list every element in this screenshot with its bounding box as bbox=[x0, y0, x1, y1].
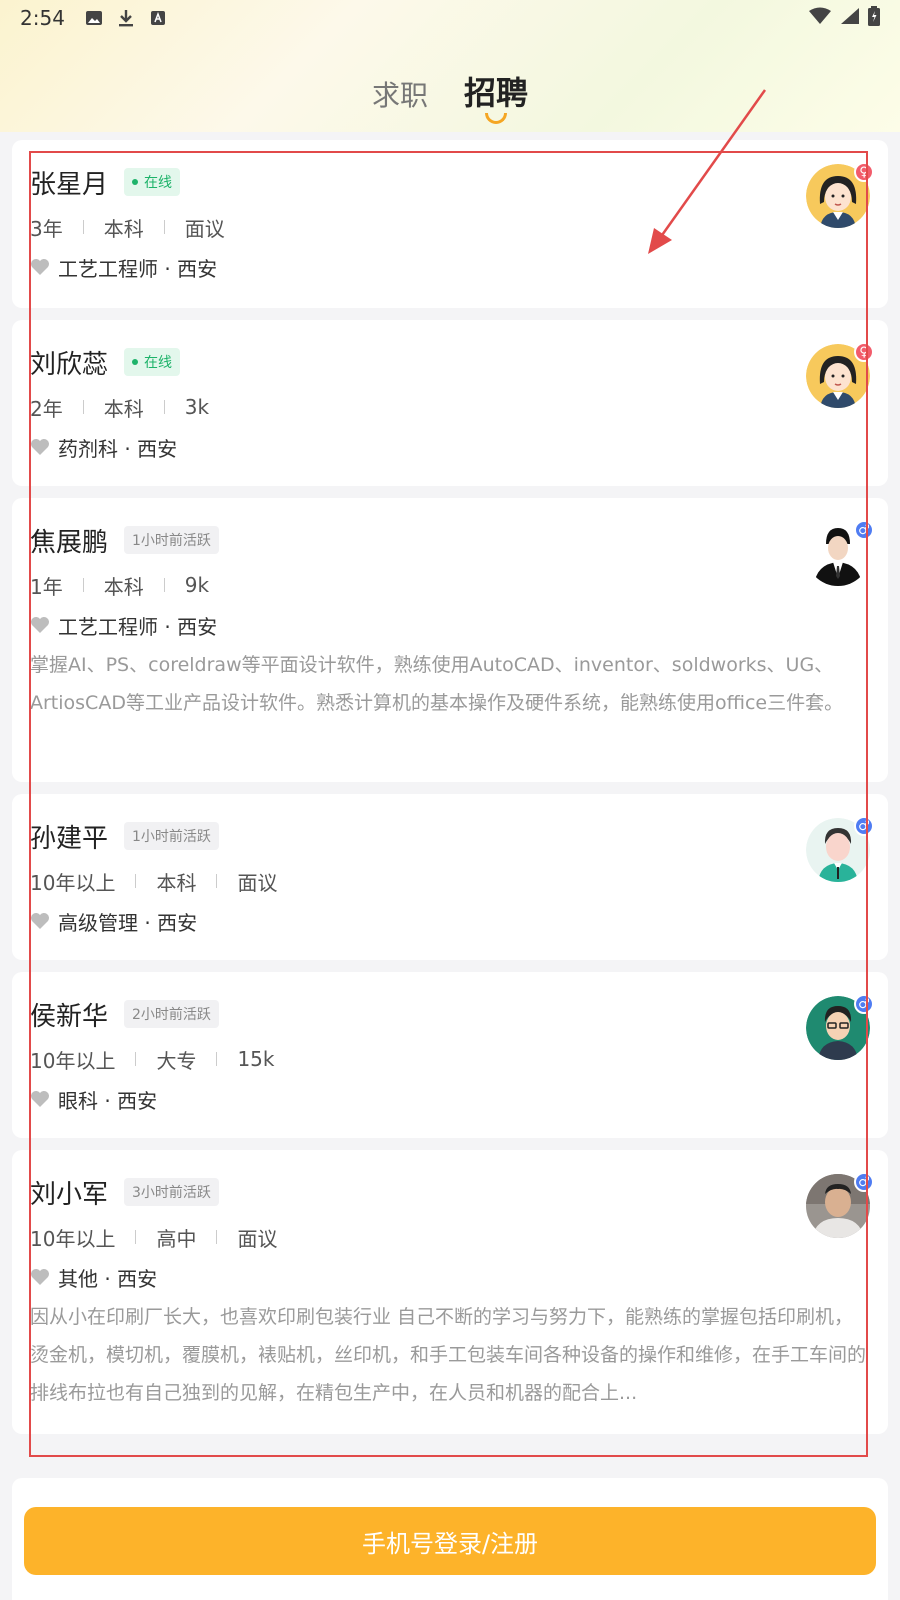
salary: 9k bbox=[184, 573, 210, 597]
heart-icon bbox=[31, 913, 49, 929]
female-icon: ♀ bbox=[854, 342, 874, 362]
education: 大专 bbox=[156, 1048, 197, 1073]
signal-icon bbox=[840, 6, 860, 30]
experience-years: 10年以上 bbox=[30, 870, 116, 895]
candidate-meta: 3年 本科 面议 bbox=[30, 212, 870, 242]
status-bar: 2:54 bbox=[0, 0, 900, 36]
candidate-meta: 1年 本科 9k bbox=[30, 570, 870, 600]
salary: 3k bbox=[184, 395, 210, 419]
candidate-name: 侯新华 bbox=[30, 1001, 109, 1032]
candidate-description: 掌握AI、PS、coreldraw等平面设计软件，熟练使用AutoCAD、inv… bbox=[30, 654, 844, 714]
status-badge: 2小时前活跃 bbox=[124, 1000, 219, 1028]
status-badge: 在线 bbox=[124, 348, 181, 376]
experience-years: 1年 bbox=[30, 574, 63, 599]
login-register-button[interactable]: 手机号登录/注册 bbox=[24, 1507, 876, 1575]
job-title-location: 其他 · 西安 bbox=[58, 1266, 158, 1291]
candidate-name: 刘小军 bbox=[30, 1179, 109, 1210]
battery-icon bbox=[868, 5, 880, 31]
candidate-description: 因从小在印刷厂长大，也喜欢印刷包装行业 自己不断的学习与努力下，能熟练的掌握包括… bbox=[30, 1306, 867, 1404]
tab-job-seeking[interactable]: 求职 bbox=[372, 74, 428, 126]
keyboard-icon bbox=[149, 9, 167, 27]
candidate-meta: 2年 本科 3k bbox=[30, 392, 870, 422]
status-badge: 3小时前活跃 bbox=[124, 1178, 219, 1206]
salary: 15k bbox=[237, 1047, 275, 1071]
download-icon bbox=[117, 9, 135, 27]
male-icon: ♂ bbox=[854, 520, 874, 540]
candidate-card[interactable]: 孙建平 1小时前活跃 10年以上 本科 面议 高级管理 · 西安 ♂ bbox=[12, 794, 888, 960]
candidate-name: 焦展鹏 bbox=[30, 527, 109, 558]
heart-icon bbox=[31, 439, 49, 455]
job-title-location: 药剂科 · 西安 bbox=[58, 436, 178, 461]
female-icon: ♀ bbox=[854, 162, 874, 182]
job-title-location: 高级管理 · 西安 bbox=[58, 910, 198, 935]
candidate-meta: 10年以上 本科 面议 bbox=[30, 866, 870, 896]
education: 本科 bbox=[156, 870, 197, 895]
candidate-meta: 10年以上 大专 15k bbox=[30, 1044, 870, 1074]
active-tab-indicator bbox=[485, 113, 507, 124]
status-time: 2:54 bbox=[20, 6, 65, 30]
male-icon: ♂ bbox=[854, 994, 874, 1014]
tab-recruiting[interactable]: 招聘 bbox=[464, 68, 528, 126]
experience-years: 10年以上 bbox=[30, 1048, 116, 1073]
candidate-card[interactable]: 张星月 在线 3年 本科 面议 工艺工程师 · 西安 ♀ bbox=[12, 140, 888, 308]
heart-icon bbox=[31, 1091, 49, 1107]
job-title-location: 眼科 · 西安 bbox=[58, 1088, 158, 1113]
job-title-location: 工艺工程师 · 西安 bbox=[58, 256, 218, 281]
candidate-name: 刘欣蕊 bbox=[30, 349, 109, 380]
salary: 面议 bbox=[237, 870, 278, 895]
status-badge: 1小时前活跃 bbox=[124, 822, 219, 850]
candidate-name: 张星月 bbox=[30, 169, 109, 200]
education: 高中 bbox=[156, 1226, 197, 1251]
salary: 面议 bbox=[184, 216, 225, 241]
candidate-card[interactable]: 焦展鹏 1小时前活跃 1年 本科 9k 工艺工程师 · 西安 掌握AI、PS、c… bbox=[12, 498, 888, 782]
education: 本科 bbox=[103, 396, 144, 421]
salary: 面议 bbox=[237, 1226, 278, 1251]
candidate-card[interactable]: 刘欣蕊 在线 2年 本科 3k 药剂科 · 西安 ♀ bbox=[12, 320, 888, 486]
candidate-meta: 10年以上 高中 面议 bbox=[30, 1222, 870, 1252]
experience-years: 2年 bbox=[30, 396, 63, 421]
wifi-icon bbox=[808, 6, 832, 30]
education: 本科 bbox=[103, 574, 144, 599]
tab-bar: 求职 招聘 bbox=[0, 66, 900, 126]
candidate-list: 张星月 在线 3年 本科 面议 工艺工程师 · 西安 ♀ 刘欣蕊 在线 2年 本… bbox=[12, 140, 888, 1446]
experience-years: 3年 bbox=[30, 216, 63, 241]
status-badge: 1小时前活跃 bbox=[124, 526, 219, 554]
heart-icon bbox=[31, 1269, 49, 1285]
candidate-name: 孙建平 bbox=[30, 823, 109, 854]
status-badge: 在线 bbox=[124, 168, 181, 196]
candidate-card[interactable]: 侯新华 2小时前活跃 10年以上 大专 15k 眼科 · 西安 ♂ bbox=[12, 972, 888, 1138]
tab-recruiting-label: 招聘 bbox=[464, 74, 529, 112]
experience-years: 10年以上 bbox=[30, 1226, 116, 1251]
heart-icon bbox=[31, 259, 49, 275]
education: 本科 bbox=[103, 216, 144, 241]
image-icon bbox=[85, 9, 103, 27]
candidate-card[interactable]: 刘小军 3小时前活跃 10年以上 高中 面议 其他 · 西安 因从小在印刷厂长大… bbox=[12, 1150, 888, 1434]
job-title-location: 工艺工程师 · 西安 bbox=[58, 614, 218, 639]
male-icon: ♂ bbox=[854, 816, 874, 836]
heart-icon bbox=[31, 617, 49, 633]
male-icon: ♂ bbox=[854, 1172, 874, 1192]
